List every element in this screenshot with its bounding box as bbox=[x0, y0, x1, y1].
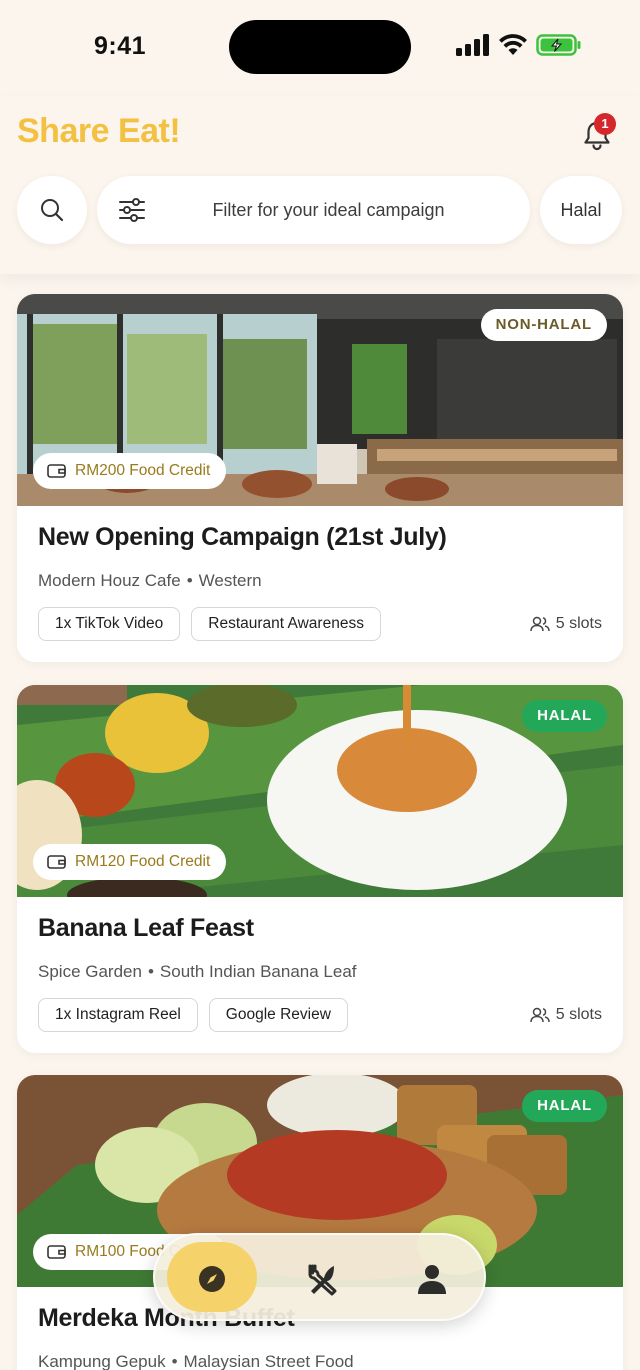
wifi-icon bbox=[499, 34, 527, 55]
food-credit-pill: RM120 Food Credit bbox=[33, 844, 227, 880]
compass-icon bbox=[199, 1266, 225, 1292]
deliverable-tags: 1x TikTok Video Restaurant Awareness bbox=[38, 607, 381, 641]
dynamic-island bbox=[229, 20, 411, 74]
battery-icon bbox=[536, 34, 581, 56]
deliverable-tags: 1x Instagram Reel Google Review bbox=[38, 998, 348, 1032]
campaign-card[interactable]: NON-HALAL RM200 Food Credit New Opening … bbox=[17, 294, 623, 662]
slots-count: 5 slots bbox=[530, 615, 602, 633]
search-icon bbox=[41, 199, 64, 222]
users-icon bbox=[530, 1007, 550, 1023]
cuisine-label: Malaysian Street Food bbox=[183, 1352, 354, 1370]
food-credit-pill: RM200 Food Credit bbox=[33, 453, 227, 489]
campaign-title: Banana Leaf Feast bbox=[38, 914, 254, 942]
notification-badge: 1 bbox=[594, 113, 616, 135]
filter-placeholder: Filter for your ideal campaign bbox=[212, 200, 445, 220]
wallet-icon bbox=[47, 464, 66, 478]
campaign-card[interactable]: HALAL RM100 Food Credit Merdeka Month Bu… bbox=[17, 1075, 623, 1370]
wallet-icon bbox=[47, 1245, 66, 1259]
deliverable-tag: 1x Instagram Reel bbox=[38, 998, 198, 1032]
restaurant-name: Modern Houz Cafe bbox=[38, 571, 181, 590]
slots-count: 5 slots bbox=[530, 1006, 602, 1024]
search-button[interactable] bbox=[17, 176, 87, 244]
nav-restaurants[interactable] bbox=[272, 1235, 372, 1323]
slots-label: 5 slots bbox=[555, 1006, 602, 1023]
deliverable-tag: 1x TikTok Video bbox=[38, 607, 181, 641]
deliverable-tag: Restaurant Awareness bbox=[191, 607, 381, 641]
halal-status-badge: HALAL bbox=[522, 700, 607, 732]
food-credit-label: RM120 Food Credit bbox=[75, 853, 211, 870]
campaign-card[interactable]: HALAL RM120 Food Credit Banana Leaf Feas… bbox=[17, 685, 623, 1053]
campaign-subtitle: Modern Houz Cafe • Western bbox=[38, 571, 262, 590]
halal-status-badge: HALAL bbox=[522, 1090, 607, 1122]
campaign-subtitle: Kampung Gepuk • Malaysian Street Food bbox=[38, 1352, 354, 1370]
status-bar: 9:41 bbox=[0, 0, 640, 96]
halal-filter-chip[interactable]: Halal bbox=[540, 176, 622, 244]
food-credit-label: RM200 Food Credit bbox=[75, 462, 211, 479]
app-title: Share Eat! bbox=[17, 112, 181, 150]
wallet-icon bbox=[47, 855, 66, 869]
campaign-subtitle: Spice Garden • South Indian Banana Leaf bbox=[38, 962, 357, 981]
bottom-navigation bbox=[153, 1233, 486, 1321]
restaurant-name: Kampung Gepuk bbox=[38, 1352, 166, 1370]
restaurant-name: Spice Garden bbox=[38, 962, 142, 981]
users-icon bbox=[530, 616, 550, 632]
cuisine-label: Western bbox=[198, 571, 262, 590]
cuisine-label: South Indian Banana Leaf bbox=[159, 962, 357, 981]
status-icons bbox=[456, 34, 582, 56]
app-header: Share Eat! 1 Filter for your ideal campa… bbox=[0, 96, 640, 274]
nav-profile[interactable] bbox=[382, 1235, 482, 1323]
deliverable-tag: Google Review bbox=[208, 998, 348, 1032]
status-time: 9:41 bbox=[94, 32, 147, 60]
utensils-icon bbox=[308, 1264, 337, 1296]
slots-label: 5 slots bbox=[555, 615, 602, 632]
campaign-title: New Opening Campaign (21st July) bbox=[38, 523, 447, 551]
cellular-signal-icon bbox=[456, 34, 489, 56]
nav-explore[interactable] bbox=[162, 1235, 262, 1323]
filter-bar[interactable]: Filter for your ideal campaign bbox=[97, 176, 530, 244]
halal-status-badge: NON-HALAL bbox=[480, 309, 607, 341]
profile-icon bbox=[418, 1265, 446, 1294]
